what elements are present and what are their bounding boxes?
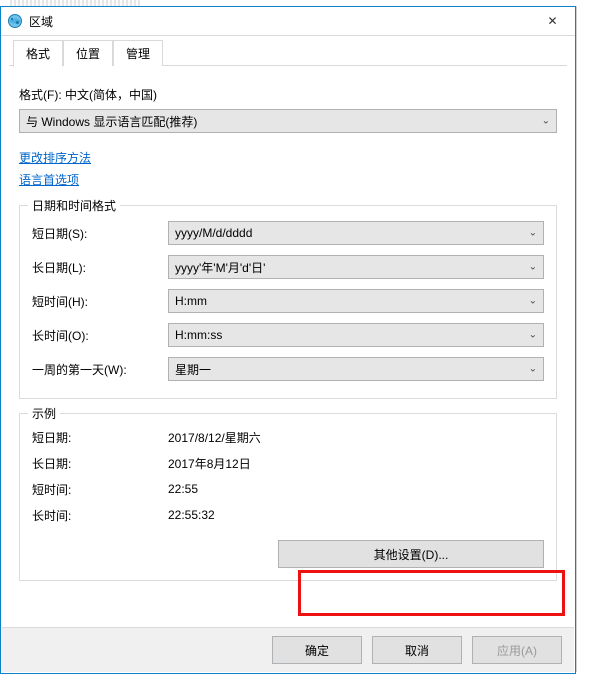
first-day-label: 一周的第一天(W): <box>32 361 168 378</box>
chevron-down-icon: ⌄ <box>529 364 537 375</box>
short-date-label: 短日期(S): <box>32 225 168 242</box>
chevron-down-icon: ⌄ <box>529 262 537 273</box>
examples-legend: 示例 <box>28 405 60 422</box>
datetime-legend: 日期和时间格式 <box>28 197 120 214</box>
long-date-value: yyyy'年'M'月'd'日' <box>175 259 265 276</box>
link-language-prefs[interactable]: 语言首选项 <box>19 169 79 191</box>
cancel-button[interactable]: 取消 <box>372 636 462 664</box>
format-combo[interactable]: 与 Windows 显示语言匹配(推荐) ⌄ <box>19 109 557 133</box>
short-time-value: H:mm <box>175 294 207 308</box>
long-date-label: 长日期(L): <box>32 259 168 276</box>
ok-button[interactable]: 确定 <box>272 636 362 664</box>
ex-long-date-value: 2017年8月12日 <box>168 455 251 472</box>
close-button[interactable]: ✕ <box>530 7 575 35</box>
long-time-value: H:mm:ss <box>175 328 222 342</box>
ex-short-time-value: 22:55 <box>168 482 198 496</box>
apply-button[interactable]: 应用(A) <box>472 636 562 664</box>
ex-long-time-value: 22:55:32 <box>168 508 215 522</box>
chevron-down-icon: ⌄ <box>529 330 537 341</box>
ex-short-time-label: 短时间: <box>32 481 168 498</box>
short-time-combo[interactable]: H:mm ⌄ <box>168 289 544 313</box>
first-day-value: 星期一 <box>175 361 211 378</box>
region-icon <box>7 13 23 29</box>
additional-settings-button[interactable]: 其他设置(D)... <box>278 540 544 568</box>
ex-long-time-label: 长时间: <box>32 507 168 524</box>
ex-long-date-label: 长日期: <box>32 455 168 472</box>
chevron-down-icon: ⌄ <box>542 116 550 127</box>
dialog-footer: 确定 取消 应用(A) <box>2 627 574 672</box>
short-date-value: yyyy/M/d/dddd <box>175 226 252 240</box>
examples-group: 示例 短日期: 2017/8/12/星期六 长日期: 2017年8月12日 短时… <box>19 413 557 581</box>
tab-admin[interactable]: 管理 <box>113 40 163 66</box>
long-time-combo[interactable]: H:mm:ss ⌄ <box>168 323 544 347</box>
client-area: 格式(F): 中文(简体，中国) 与 Windows 显示语言匹配(推荐) ⌄ … <box>1 66 575 581</box>
close-icon: ✕ <box>547 14 557 28</box>
format-label: 格式(F): 中文(简体，中国) <box>19 86 557 103</box>
ex-short-date-label: 短日期: <box>32 429 168 446</box>
link-change-sort[interactable]: 更改排序方法 <box>19 147 91 169</box>
tab-format[interactable]: 格式 <box>13 40 63 67</box>
short-date-combo[interactable]: yyyy/M/d/dddd ⌄ <box>168 221 544 245</box>
datetime-formats-group: 日期和时间格式 短日期(S): yyyy/M/d/dddd ⌄ 长日期(L): … <box>19 205 557 399</box>
long-time-label: 长时间(O): <box>32 327 168 344</box>
tab-strip: 格式 位置 管理 <box>1 42 575 66</box>
chevron-down-icon: ⌄ <box>529 296 537 307</box>
ex-short-date-value: 2017/8/12/星期六 <box>168 429 261 446</box>
window-title: 区域 <box>29 13 530 30</box>
right-white-strip <box>576 0 600 673</box>
first-day-combo[interactable]: 星期一 ⌄ <box>168 357 544 381</box>
chevron-down-icon: ⌄ <box>529 228 537 239</box>
long-date-combo[interactable]: yyyy'年'M'月'd'日' ⌄ <box>168 255 544 279</box>
links-area: 更改排序方法 语言首选项 <box>19 147 557 191</box>
short-time-label: 短时间(H): <box>32 293 168 310</box>
region-dialog: 区域 ✕ 格式 位置 管理 格式(F): 中文(简体，中国) 与 Windows… <box>0 6 576 674</box>
format-combo-value: 与 Windows 显示语言匹配(推荐) <box>26 113 197 130</box>
tab-location[interactable]: 位置 <box>63 40 113 66</box>
title-bar: 区域 ✕ <box>1 7 575 36</box>
